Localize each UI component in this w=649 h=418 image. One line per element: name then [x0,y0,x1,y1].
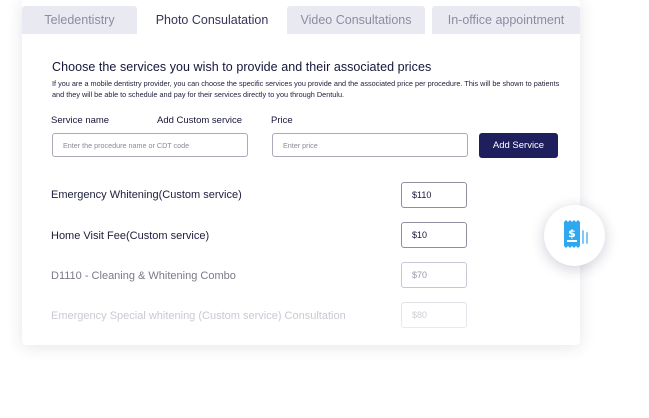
tab-teledentistry[interactable]: Teledentistry [22,6,137,34]
add-custom-service-link[interactable]: Add Custom service [157,115,242,126]
section-description: If you are a mobile dentistry provider, … [52,79,560,99]
add-service-button[interactable]: Add Service [479,133,558,158]
service-price-field[interactable]: $110 [401,182,467,208]
service-row-name: D1110 - Cleaning & Whitening Combo [51,270,236,282]
service-name-label: Service name [51,115,110,126]
tab-video-consultations[interactable]: Video Consultations [287,6,425,34]
tab-bar: Teledentistry Photo Consulatation Video … [22,0,580,36]
service-row-name: Emergency Special whitening (Custom serv… [51,310,346,322]
service-price-field[interactable]: $10 [401,222,467,248]
tab-in-office-appointment[interactable]: In-office appointment [432,6,580,34]
services-card: Teledentistry Photo Consulatation Video … [22,0,580,345]
service-name-input[interactable]: Enter the procedure name or CDT code [52,133,248,157]
service-row-name: Emergency Whitening(Custom service) [51,189,242,201]
service-price-field[interactable]: $80 [401,302,467,328]
price-input[interactable]: Enter price [272,133,468,157]
receipt-dollar-icon: $ [564,220,588,248]
billing-floating-button[interactable]: $ [544,205,605,266]
price-label: Price [271,115,293,126]
svg-text:$: $ [568,227,576,240]
tab-photo-consultation[interactable]: Photo Consulatation [137,6,287,36]
section-heading: Choose the services you wish to provide … [52,60,432,74]
service-price-field[interactable]: $70 [401,262,467,288]
service-row-name: Home Visit Fee(Custom service) [51,230,210,242]
